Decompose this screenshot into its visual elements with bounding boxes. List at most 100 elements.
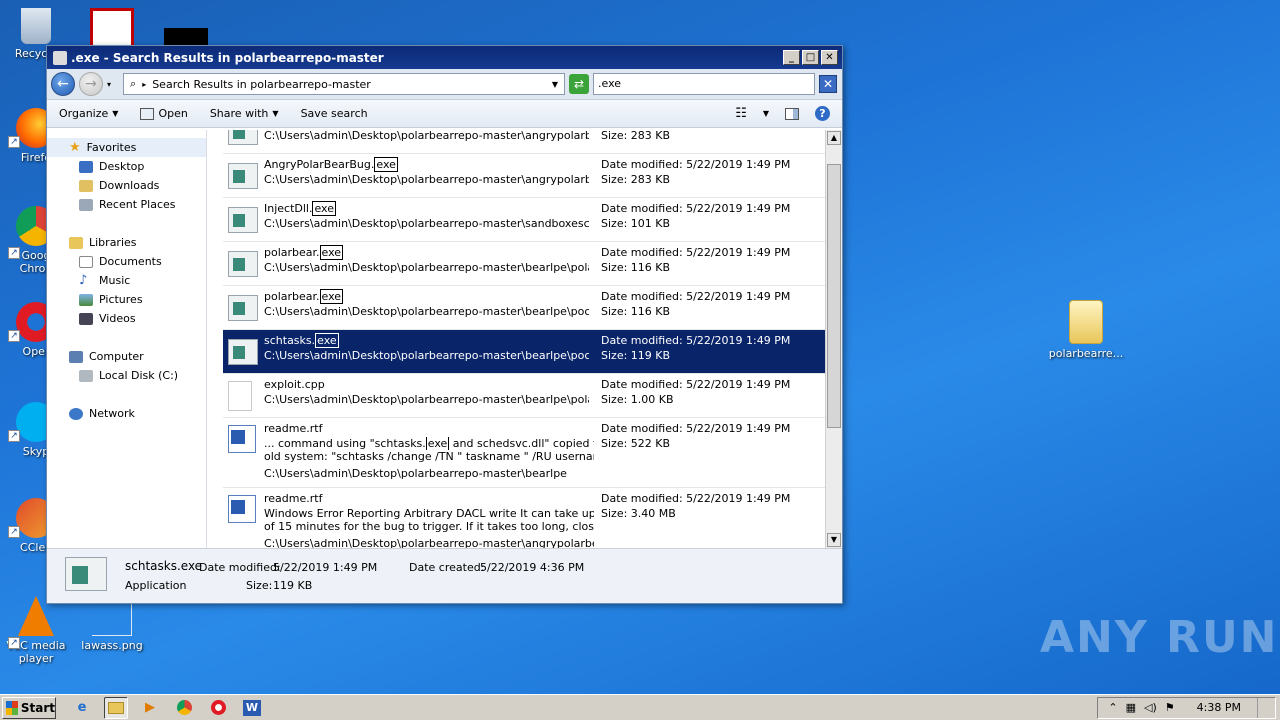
result-date: Date modified: 5/22/2019 1:49 PM: [601, 422, 791, 435]
desktop-icon-image[interactable]: lawass.png: [76, 596, 148, 652]
show-desktop-button[interactable]: [1257, 697, 1265, 718]
word-taskbar-icon[interactable]: W: [240, 697, 264, 719]
nav-local-disk[interactable]: Local Disk (C:): [47, 366, 206, 385]
nav-favorites[interactable]: ★ Favorites: [47, 138, 206, 157]
nav-libraries[interactable]: Libraries: [47, 233, 206, 252]
result-size: Size: 101 KB: [601, 217, 671, 230]
result-row[interactable]: polarbear. exe C:\Users\admin\Desktop\pol…: [223, 286, 825, 330]
result-row-selected[interactable]: schtasks. exe C:\Users\admin\Desktop\pola…: [223, 330, 825, 374]
result-name-text: schtasks.: [264, 334, 316, 347]
preview-pane-icon[interactable]: [785, 107, 799, 120]
desktop-icon: [79, 160, 93, 173]
share-with-label: Share with: [209, 107, 269, 120]
windows-logo-icon: [6, 700, 18, 715]
network-icon: [69, 407, 83, 420]
result-date: Date modified: 5/22/2019 1:49 PM: [601, 202, 791, 215]
nav-documents[interactable]: Documents: [47, 252, 206, 271]
volume-icon[interactable]: ◁): [1144, 701, 1157, 714]
result-name: readme.rtf: [264, 422, 323, 435]
result-size: Size: 119 KB: [601, 349, 671, 362]
open-button[interactable]: Open: [140, 107, 188, 120]
media-player-icon[interactable]: ▶: [138, 697, 162, 719]
result-size: Size: 283 KB: [601, 173, 671, 186]
clock[interactable]: 4:38 PM: [1197, 701, 1241, 714]
show-hidden-icons-icon[interactable]: ⌃: [1108, 701, 1117, 714]
result-path: C:\Users\admin\Desktop\polarbearrepo-mas…: [264, 305, 589, 318]
nav-pictures-label: Pictures: [99, 293, 143, 306]
results-scrollbar[interactable]: ▲ ▼: [825, 130, 842, 548]
computer-icon: [69, 350, 83, 363]
result-row[interactable]: C:\Users\admin\Desktop\polarbearrepo-mas…: [223, 130, 825, 154]
snippet-text: ... command using "schtasks.: [264, 437, 426, 450]
result-size: Size: 1.00 KB: [601, 393, 674, 406]
word-document-icon: [228, 495, 256, 523]
nav-computer[interactable]: Computer: [47, 347, 206, 366]
nav-desktop[interactable]: Desktop: [47, 157, 206, 176]
search-input[interactable]: .exe: [593, 73, 816, 95]
window-titlebar[interactable]: .exe - Search Results in polarbearrepo-m…: [47, 46, 842, 69]
result-row[interactable]: InjectDll. exe C:\Users\admin\Desktop\pol…: [223, 198, 825, 242]
result-size: Size: 3.40 MB: [601, 507, 676, 520]
address-dropdown-icon[interactable]: ▼: [552, 80, 558, 89]
view-dropdown-icon[interactable]: ▼: [763, 109, 769, 118]
close-button[interactable]: ✕: [821, 50, 838, 65]
desktop-icon-folder[interactable]: polarbearre...: [1048, 300, 1124, 360]
result-snippet: ... command using "schtasks. exe and sche…: [264, 437, 594, 450]
nav-documents-label: Documents: [99, 255, 162, 268]
result-row[interactable]: AngryPolarBearBug. exe C:\Users\admin\Des…: [223, 154, 825, 198]
result-row[interactable]: exploit.cpp C:\Users\admin\Desktop\polar…: [223, 374, 825, 418]
scroll-up-arrow-icon[interactable]: ▲: [827, 131, 841, 145]
network-status-icon[interactable]: ▦: [1126, 701, 1136, 714]
shortcut-arrow-icon: ↗: [8, 330, 20, 342]
minimize-button[interactable]: _: [783, 50, 800, 65]
chrome-taskbar-icon[interactable]: [172, 697, 196, 719]
maximize-button[interactable]: □: [802, 50, 819, 65]
result-row[interactable]: readme.rtf Windows Error Reporting Arbit…: [223, 488, 825, 548]
explorer-taskbar-icon[interactable]: [104, 696, 128, 719]
nav-network[interactable]: Network: [47, 404, 206, 423]
details-file-type: Application: [125, 579, 187, 592]
share-with-button[interactable]: Share with ▼: [210, 107, 279, 120]
nav-downloads[interactable]: Downloads: [47, 176, 206, 195]
address-box[interactable]: ⌕ ▸ Search Results in polarbearrepo-mast…: [123, 73, 566, 95]
help-icon[interactable]: ?: [815, 106, 830, 121]
forward-button[interactable]: →: [79, 72, 103, 96]
application-icon: [65, 557, 107, 591]
details-pane: schtasks.exe Application Date modified: …: [47, 548, 842, 603]
nav-pictures[interactable]: Pictures: [47, 290, 206, 309]
start-button[interactable]: Start: [2, 696, 56, 719]
folder-icon: [108, 701, 124, 714]
save-search-button[interactable]: Save search: [301, 107, 368, 120]
chevron-down-icon: ▼: [272, 109, 279, 118]
refresh-button[interactable]: ⇄: [569, 74, 590, 94]
result-path: C:\Users\admin\Desktop\polarbearrepo-mas…: [264, 467, 567, 480]
breadcrumb-chevron-icon[interactable]: ▸: [142, 80, 146, 89]
black-icon[interactable]: [164, 28, 208, 46]
action-center-flag-icon[interactable]: ⚑: [1165, 701, 1175, 714]
result-row[interactable]: readme.rtf ... command using "schtasks. e…: [223, 418, 825, 488]
organize-button[interactable]: Organize ▼: [59, 107, 118, 120]
word-document-icon: [228, 425, 256, 453]
nav-local-disk-label: Local Disk (C:): [99, 369, 179, 382]
acrobat-icon[interactable]: [90, 8, 134, 48]
nav-videos[interactable]: Videos: [47, 309, 206, 328]
recent-pages-chevron-icon[interactable]: ▾: [107, 80, 111, 89]
opera-taskbar-icon[interactable]: [206, 697, 230, 719]
open-icon: [140, 107, 155, 120]
clear-search-button[interactable]: ✕: [819, 75, 838, 93]
scroll-down-arrow-icon[interactable]: ▼: [827, 533, 841, 547]
back-button[interactable]: ←: [51, 72, 75, 96]
desktop-icon-vlc[interactable]: ↗ VLC media player: [0, 596, 72, 665]
result-row[interactable]: polarbear. exe C:\Users\admin\Desktop\pol…: [223, 242, 825, 286]
libraries-icon: [69, 236, 83, 249]
search-highlight: exe: [374, 157, 398, 172]
shortcut-arrow-icon: ↗: [8, 136, 20, 148]
nav-music[interactable]: ♪ Music: [47, 271, 206, 290]
application-icon: [228, 130, 258, 145]
internet-explorer-icon[interactable]: e: [70, 697, 94, 719]
view-options-icon[interactable]: ☷: [735, 106, 747, 121]
result-date: Date modified: 5/22/2019 1:49 PM: [601, 378, 791, 391]
nav-recent-places[interactable]: Recent Places: [47, 195, 206, 214]
details-date-modified-label: Date modified:: [199, 561, 281, 574]
scrollbar-thumb[interactable]: [827, 164, 841, 428]
